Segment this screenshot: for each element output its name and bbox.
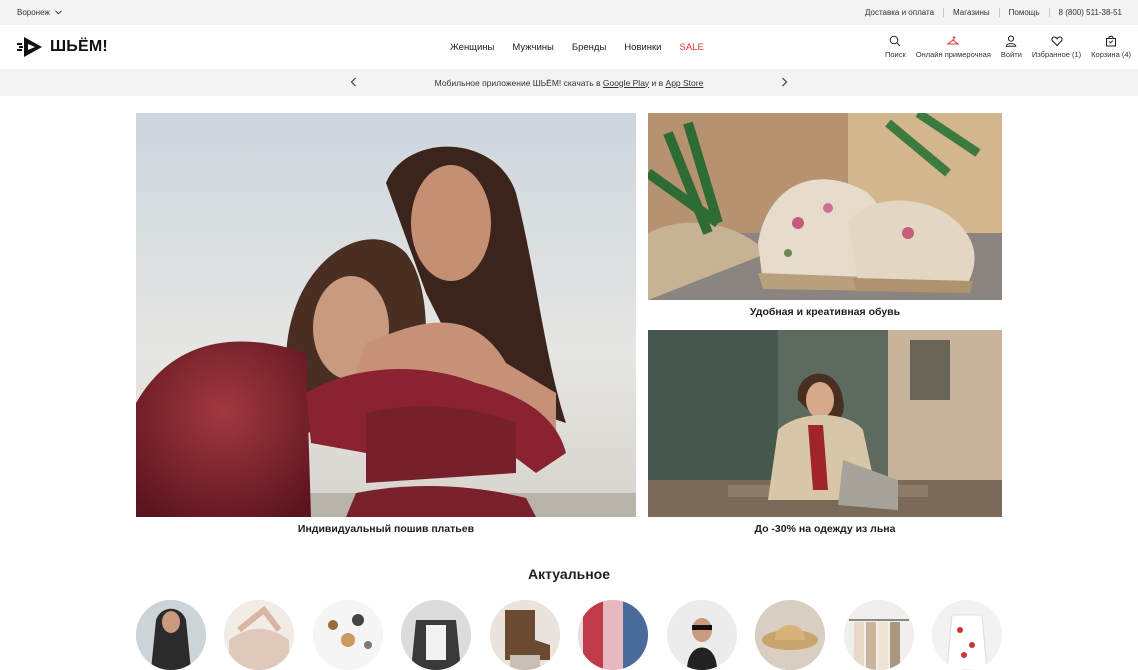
category-photo bbox=[843, 600, 914, 670]
link-delivery[interactable]: Доставка и оплата bbox=[856, 8, 934, 17]
google-play-link[interactable]: Google Play bbox=[603, 78, 649, 88]
bag-icon bbox=[1106, 35, 1117, 47]
nav-sale[interactable]: SALE bbox=[680, 42, 704, 53]
category-circles bbox=[136, 600, 1002, 670]
category-photo bbox=[755, 600, 826, 670]
dresses-photo bbox=[136, 113, 636, 517]
category-item[interactable] bbox=[312, 600, 383, 670]
category-photo bbox=[401, 600, 472, 670]
favorites-button[interactable]: Избранное (1) bbox=[1032, 35, 1081, 59]
category-item[interactable] bbox=[755, 600, 826, 670]
category-item[interactable] bbox=[489, 600, 560, 670]
linen-photo bbox=[648, 330, 1002, 517]
top-bar: Воронеж Доставка и оплата Магазины Помощ… bbox=[0, 0, 1138, 25]
category-item[interactable] bbox=[666, 600, 737, 670]
category-photo bbox=[136, 600, 206, 670]
category-photo bbox=[666, 600, 737, 670]
chevron-left-icon[interactable] bbox=[348, 76, 360, 88]
city-label: Воронеж bbox=[17, 8, 50, 17]
category-photo bbox=[578, 600, 649, 670]
banner-grid: Удобная и креативная обувь До -30% на од… bbox=[136, 113, 1002, 543]
category-photo bbox=[312, 600, 383, 670]
banner-dresses-caption[interactable]: Индивидуальный пошив платьев bbox=[136, 523, 636, 535]
user-icon bbox=[1006, 35, 1017, 47]
promo-text-start: Мобильное приложение ШЬЁМ! скачать в bbox=[434, 77, 603, 88]
category-photo bbox=[224, 600, 295, 670]
search-icon bbox=[890, 35, 901, 47]
category-photo bbox=[931, 600, 1002, 670]
promo-text-mid: и в bbox=[649, 77, 666, 88]
banner-linen-caption[interactable]: До -30% на одежду из льна bbox=[648, 523, 1002, 535]
category-item[interactable] bbox=[401, 600, 472, 670]
phone-number[interactable]: 8 (800) 511-38-51 bbox=[1050, 8, 1122, 17]
app-store-link[interactable]: App Store bbox=[666, 78, 704, 88]
logo-text: ШЬЁМ! bbox=[50, 38, 108, 55]
category-item[interactable] bbox=[578, 600, 649, 670]
banner-shoes[interactable] bbox=[648, 113, 1002, 300]
hanger-icon bbox=[947, 36, 960, 45]
promo-bar: Мобильное приложение ШЬЁМ! скачать в Goo… bbox=[0, 69, 1138, 96]
logo-play-icon bbox=[17, 37, 42, 57]
section-title: Актуальное bbox=[527, 566, 610, 582]
chevron-right-icon[interactable] bbox=[778, 76, 790, 88]
nav-women[interactable]: Женщины bbox=[450, 42, 494, 53]
logo[interactable]: ШЬЁМ! bbox=[16, 36, 108, 58]
nav-men[interactable]: Мужчины bbox=[512, 42, 553, 53]
search-button[interactable]: Поиск bbox=[885, 35, 906, 59]
promo-text: Мобильное приложение ШЬЁМ! скачать в Goo… bbox=[435, 78, 704, 88]
fitting-room-button[interactable]: Онлайн примерочная bbox=[916, 35, 991, 59]
banner-shoes-caption[interactable]: Удобная и креативная обувь bbox=[648, 306, 1002, 318]
category-item[interactable] bbox=[136, 600, 206, 670]
search-label: Поиск bbox=[884, 50, 906, 59]
category-item[interactable] bbox=[843, 600, 914, 670]
nav-new[interactable]: Новинки bbox=[624, 42, 661, 53]
site-header: ШЬЁМ! Женщины Мужчины Бренды Новинки SAL… bbox=[0, 25, 1138, 69]
heart-icon bbox=[1050, 36, 1063, 47]
category-item[interactable] bbox=[931, 600, 1002, 670]
fitting-room-label: Онлайн примерочная bbox=[915, 50, 991, 59]
banner-linen[interactable] bbox=[648, 330, 1002, 517]
city-selector[interactable]: Воронеж bbox=[17, 8, 62, 17]
link-stores[interactable]: Магазины bbox=[944, 8, 990, 17]
favorites-label: Избранное (1) bbox=[1031, 50, 1082, 59]
chevron-down-icon bbox=[54, 10, 62, 15]
shoes-photo bbox=[648, 113, 1002, 300]
login-label: Войти bbox=[1000, 50, 1022, 59]
top-links: Доставка и оплата Магазины Помощь 8 (800… bbox=[856, 8, 1122, 17]
main-nav: Женщины Мужчины Бренды Новинки SALE bbox=[450, 25, 704, 69]
cart-label: Корзина (4) bbox=[1091, 50, 1131, 59]
banner-dresses[interactable] bbox=[136, 113, 636, 517]
header-tools: Поиск Онлайн примерочная Войти Избранное… bbox=[875, 25, 1131, 69]
cart-button[interactable]: Корзина (4) bbox=[1091, 35, 1131, 59]
category-photo bbox=[489, 600, 560, 670]
link-help[interactable]: Помощь bbox=[1000, 8, 1040, 17]
category-item[interactable] bbox=[224, 600, 295, 670]
nav-brands[interactable]: Бренды bbox=[572, 42, 606, 53]
login-button[interactable]: Войти bbox=[1001, 35, 1022, 59]
